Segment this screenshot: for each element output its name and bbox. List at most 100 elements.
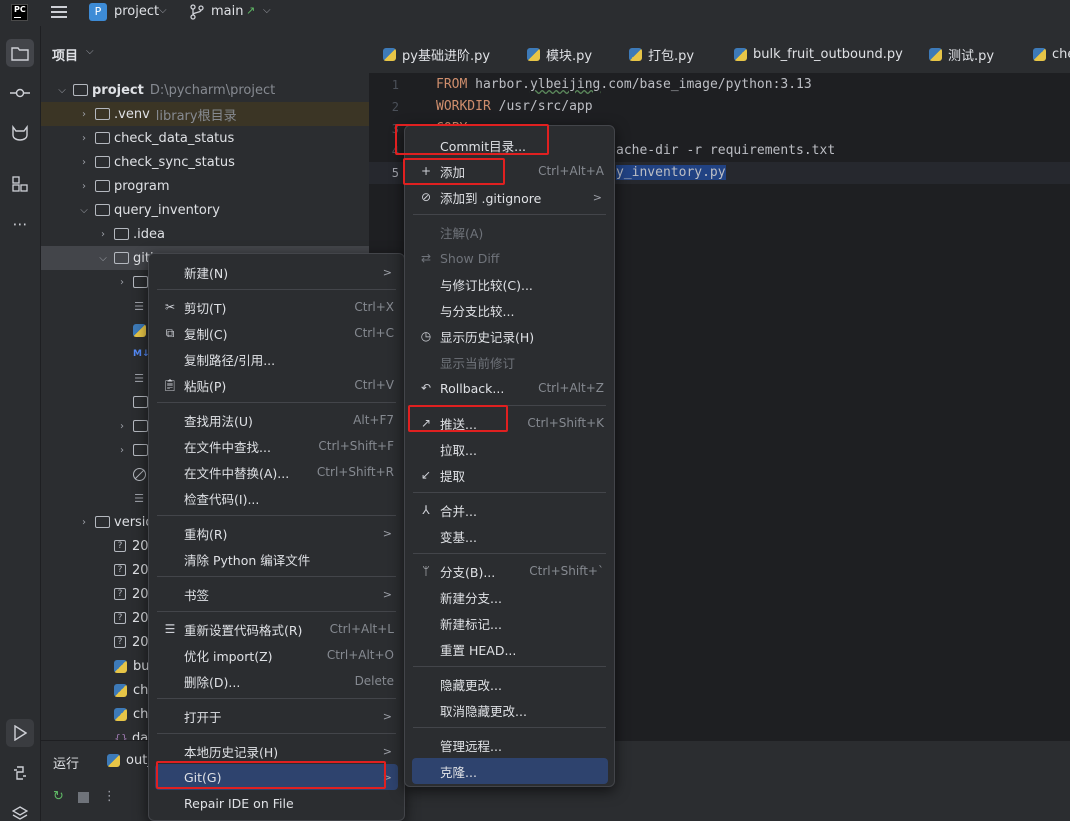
panel-title[interactable]: 项目: [52, 45, 78, 64]
menu-item-find-usages[interactable]: 查找用法(U) Alt+F7: [149, 407, 404, 433]
project-switcher[interactable]: project: [114, 4, 159, 19]
editor-tab[interactable]: che: [1033, 44, 1070, 64]
menu-item-clone[interactable]: 克隆...: [412, 758, 608, 784]
chevron-right-icon[interactable]: ›: [116, 445, 128, 456]
project-badge[interactable]: P: [89, 3, 107, 21]
menu-item-new-branch[interactable]: 新建分支...: [405, 584, 614, 610]
commit-icon[interactable]: [6, 79, 34, 107]
menu-item-show-history[interactable]: ◷ 显示历史记录(H): [405, 323, 614, 349]
folder-icon: [95, 180, 110, 192]
menu-item-pull[interactable]: 拉取...: [405, 436, 614, 462]
main-menu-icon[interactable]: [51, 6, 67, 19]
menu-item-refactor[interactable]: 重构(R) >: [149, 520, 404, 546]
chevron-right-icon[interactable]: ›: [78, 157, 90, 168]
menu-item-clean-python[interactable]: 清除 Python 编译文件: [149, 546, 404, 572]
menu-label: Show Diff: [440, 250, 500, 266]
menu-item-branches[interactable]: ᛘ 分支(B)... Ctrl+Shift+`: [405, 558, 614, 584]
layers-icon[interactable]: [6, 799, 34, 821]
menu-item-copy[interactable]: ⧉ 复制(C) Ctrl+C: [149, 320, 404, 346]
chevron-down-icon[interactable]: ⌵: [159, 5, 167, 16]
python-console-icon[interactable]: [6, 759, 34, 787]
menu-item-delete[interactable]: 删除(D)... Delete: [149, 668, 404, 694]
editor-tab[interactable]: 模块.py: [527, 44, 592, 64]
chevron-right-icon[interactable]: ›: [116, 277, 128, 288]
menu-item-add-to-gitignore[interactable]: ⊘ 添加到 .gitignore >: [405, 184, 614, 210]
tree-row[interactable]: › check_sync_status: [41, 150, 369, 174]
tree-row[interactable]: › program: [41, 174, 369, 198]
tree-row[interactable]: ⌵ query_inventory: [41, 198, 369, 222]
chevron-down-icon[interactable]: ⌵: [56, 85, 68, 96]
menu-item-push[interactable]: ↗ 推送... Ctrl+Shift+K: [405, 410, 614, 436]
chevron-right-icon[interactable]: ›: [116, 421, 128, 432]
divider: [157, 733, 396, 734]
pycharm-logo-icon[interactable]: PC: [11, 4, 28, 21]
run-config-tab[interactable]: out_: [107, 753, 154, 768]
menu-item-new-tag[interactable]: 新建标记...: [405, 610, 614, 636]
menu-item-compare-revision[interactable]: 与修订比较(C)...: [405, 271, 614, 297]
menu-item-optimize-imports[interactable]: 优化 import(Z) Ctrl+Alt+O: [149, 642, 404, 668]
editor-tab[interactable]: bulk_fruit_outbound.py: [734, 44, 903, 64]
menu-item-merge[interactable]: ⅄ 合并...: [405, 497, 614, 523]
menu-item-cut[interactable]: ✂ 剪切(T) Ctrl+X: [149, 294, 404, 320]
chevron-down-icon[interactable]: ⌵: [86, 46, 94, 57]
more-tools-icon[interactable]: ⋯: [6, 210, 34, 238]
chevron-right-icon[interactable]: ›: [97, 229, 109, 240]
menu-item-local-history[interactable]: 本地历史记录(H) >: [149, 738, 404, 764]
menu-item-bookmarks[interactable]: 书签 >: [149, 581, 404, 607]
menu-item-stash[interactable]: 隐藏更改...: [405, 671, 614, 697]
menu-item-reset-head[interactable]: 重置 HEAD...: [405, 636, 614, 662]
menu-item-copy-path[interactable]: 复制路径/引用...: [149, 346, 404, 372]
tree-row[interactable]: › .idea: [41, 222, 369, 246]
run-icon[interactable]: [6, 719, 34, 747]
menu-item-unstash[interactable]: 取消隐藏更改...: [405, 697, 614, 723]
unknown-file-icon: ?: [114, 564, 126, 576]
menu-item-manage-remotes[interactable]: 管理远程...: [405, 732, 614, 758]
tree-row[interactable]: ⌵ project D:\pycharm\project: [41, 78, 369, 102]
more-options-icon[interactable]: ⋮: [103, 789, 116, 804]
rerun-icon[interactable]: ↻: [53, 789, 64, 804]
menu-item-annotate[interactable]: 注解(A): [405, 219, 614, 245]
menu-item-repair-ide[interactable]: Repair IDE on File: [149, 790, 404, 816]
chevron-right-icon[interactable]: ›: [78, 517, 90, 528]
menu-item-add[interactable]: + 添加 Ctrl+Alt+A: [405, 158, 614, 184]
menu-item-paste[interactable]: 📋︎ 粘贴(P) Ctrl+V: [149, 372, 404, 398]
menu-item-rollback[interactable]: ↶ Rollback... Ctrl+Alt+Z: [405, 375, 614, 401]
chevron-right-icon[interactable]: ›: [78, 133, 90, 144]
menu-item-compare-branch[interactable]: 与分支比较...: [405, 297, 614, 323]
menu-label: 重构(R): [184, 526, 228, 542]
ignore-file-icon: [133, 467, 146, 481]
project-folder-icon[interactable]: [6, 39, 34, 67]
menu-item-inspect-code[interactable]: 检查代码(I)...: [149, 485, 404, 511]
unknown-file-icon: ?: [114, 588, 126, 600]
menu-label: 粘贴(P): [184, 378, 227, 394]
editor-tab[interactable]: py基础进阶.py: [383, 44, 490, 64]
menu-item-reformat[interactable]: ☰ 重新设置代码格式(R) Ctrl+Alt+L: [149, 616, 404, 642]
menu-item-replace-in-files[interactable]: 在文件中替换(A)... Ctrl+Shift+R: [149, 459, 404, 485]
menu-item-rebase[interactable]: 变基...: [405, 523, 614, 549]
menu-item-show-current-revision[interactable]: 显示当前修订: [405, 349, 614, 375]
line-number: 3: [391, 122, 399, 136]
chevron-right-icon[interactable]: ›: [78, 109, 90, 120]
menu-item-show-diff[interactable]: ⇄ Show Diff: [405, 245, 614, 271]
menu-item-fetch[interactable]: ↙ 提取: [405, 462, 614, 488]
menu-item-find-in-files[interactable]: 在文件中查找... Ctrl+Shift+F: [149, 433, 404, 459]
editor-tab[interactable]: 打包.py: [629, 44, 694, 64]
folder-icon: [73, 84, 88, 96]
chevron-down-icon[interactable]: ⌵: [263, 5, 271, 16]
stop-icon[interactable]: [77, 792, 89, 803]
git-branch-icon[interactable]: [190, 4, 204, 20]
chevron-down-icon[interactable]: ⌵: [97, 253, 109, 264]
editor-tab[interactable]: 测试.py: [929, 44, 994, 64]
chevron-down-icon[interactable]: ⌵: [78, 205, 90, 216]
menu-item-commit-directory[interactable]: Commit目录...: [405, 132, 614, 158]
menu-item-new[interactable]: 新建(N) >: [149, 259, 404, 285]
pull-requests-icon[interactable]: [6, 119, 34, 147]
menu-item-open-in[interactable]: 打开于 >: [149, 703, 404, 729]
chevron-right-icon[interactable]: ›: [78, 181, 90, 192]
branch-switcher[interactable]: main: [211, 4, 243, 19]
run-tab[interactable]: 运行: [53, 753, 79, 772]
tree-row[interactable]: › .venv library根目录: [41, 102, 369, 126]
structure-icon[interactable]: [6, 170, 34, 198]
menu-item-git[interactable]: Git(G) >: [155, 764, 398, 790]
tree-row[interactable]: › check_data_status: [41, 126, 369, 150]
